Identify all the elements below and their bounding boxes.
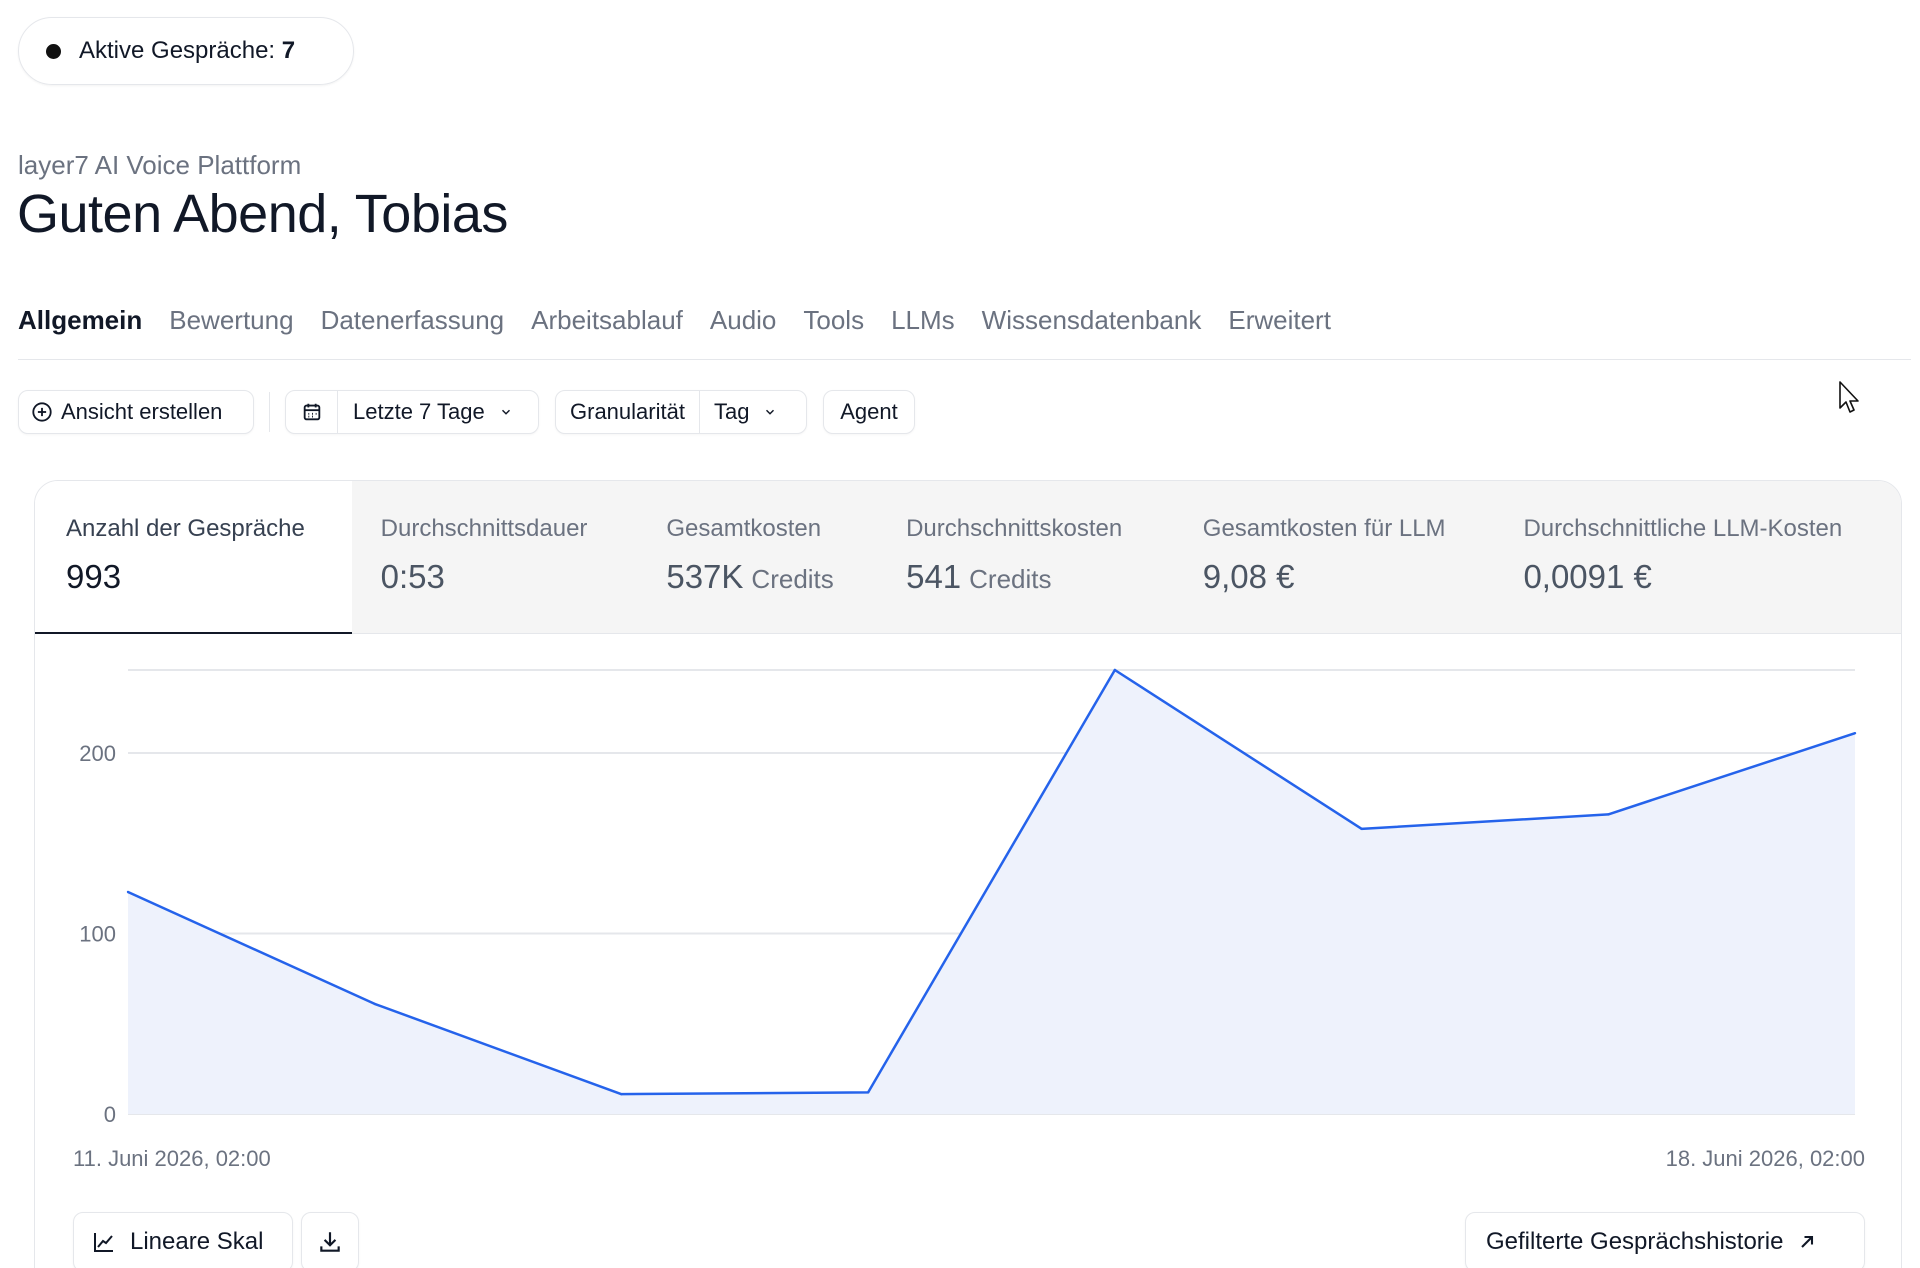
metric-tab-conversations[interactable]: Anzahl der Gespräche 993 xyxy=(35,481,352,634)
filtered-history-button[interactable]: Gefilterte Gesprächshistorie xyxy=(1465,1212,1865,1268)
plus-circle-icon xyxy=(32,402,52,422)
tab-tools[interactable]: Tools xyxy=(803,298,864,359)
x-axis-start-label: 11. Juni 2026, 02:00 xyxy=(73,1146,271,1171)
metric-tab-avg-duration[interactable]: Durchschnittsdauer 0:53 xyxy=(352,481,639,634)
scale-toggle-button[interactable]: Lineare Skal xyxy=(73,1212,293,1268)
metric-value: 541 Credits xyxy=(906,558,1051,596)
metric-value: 9,08 € xyxy=(1203,558,1295,596)
date-range-select[interactable]: Letzte 7 Tage xyxy=(285,390,539,434)
mouse-cursor-icon xyxy=(1839,381,1859,413)
metric-number: 993 xyxy=(66,558,122,595)
active-calls-text: Aktive Gespräche: 7 xyxy=(79,37,295,65)
metric-value: 993 xyxy=(66,558,121,596)
data-point xyxy=(1853,731,1857,735)
data-point xyxy=(373,1002,376,1006)
metric-number: 541 xyxy=(906,558,962,595)
metric-number: 0:53 xyxy=(380,558,445,595)
history-label: Gefilterte Gesprächshistorie xyxy=(1486,1228,1784,1255)
metric-value: 0:53 xyxy=(381,558,445,596)
granularity-value-label: Tag xyxy=(713,399,750,424)
active-calls-badge[interactable]: Aktive Gespräche: 7 xyxy=(18,17,354,85)
metric-number: 9,08 € xyxy=(1202,558,1295,595)
metrics-card: Anzahl der Gespräche 993 Durchschnittsda… xyxy=(34,480,1902,1268)
tab-arbeitsablauf[interactable]: Arbeitsablauf xyxy=(531,298,683,359)
metric-unit: Credits xyxy=(969,564,1052,594)
granularity-value[interactable]: Tag xyxy=(700,399,777,425)
dashboard-page: Aktive Gespräche: 7 layer7 AI Voice Plat… xyxy=(0,0,1920,1268)
download-button[interactable] xyxy=(301,1212,359,1268)
scale-label: Lineare Skal xyxy=(130,1228,264,1255)
y-tick-label: 200 xyxy=(79,741,116,766)
conversations-area-chart: 0 100 200 11. Juni 2026, 02:00 18. Juni 2026… xyxy=(73,668,1865,1171)
metric-unit: Credits xyxy=(751,564,834,594)
tab-wissensdatenbank[interactable]: Wissensdatenbank xyxy=(982,298,1202,359)
line-chart-icon xyxy=(94,1233,113,1252)
active-calls-label: Aktive Gespräche: xyxy=(79,37,276,64)
metric-label: Durchschnittskosten xyxy=(906,515,1123,542)
metric-number: 537K xyxy=(666,558,744,595)
arrow-up-right-icon xyxy=(1801,1235,1814,1248)
section-tabs: Allgemein Bewertung Datenerfassung Arbei… xyxy=(18,298,1911,360)
tab-llms[interactable]: LLMs xyxy=(891,298,955,359)
metric-tab-llm-avg-cost[interactable]: Durchschnittliche LLM-Kosten 0,0091 € xyxy=(1495,481,1901,634)
page-title: Guten Abend, Tobias xyxy=(17,184,508,244)
metric-tab-llm-total-cost[interactable]: Gesamtkosten für LLM 9,08 € xyxy=(1175,481,1496,634)
data-point xyxy=(1607,813,1610,816)
chevron-down-icon xyxy=(766,409,775,415)
metric-tab-avg-cost[interactable]: Durchschnittskosten 541 Credits xyxy=(878,481,1175,634)
data-point xyxy=(1113,668,1117,672)
data-point xyxy=(1360,827,1363,831)
metric-value: 537K Credits xyxy=(666,558,833,596)
metric-label: Anzahl der Gespräche xyxy=(66,515,305,542)
create-view-button[interactable]: Ansicht erstellen xyxy=(18,390,254,434)
metric-label: Durchschnittsdauer xyxy=(380,515,588,542)
tab-erweitert[interactable]: Erweitert xyxy=(1228,298,1331,359)
create-view-label: Ansicht erstellen xyxy=(61,399,223,424)
status-dot-icon xyxy=(46,43,61,59)
tab-bewertung[interactable]: Bewertung xyxy=(169,298,293,359)
data-point xyxy=(126,890,130,894)
date-range-value[interactable]: Letzte 7 Tage xyxy=(338,399,513,425)
y-tick-label: 0 xyxy=(104,1102,116,1127)
series-area xyxy=(128,670,1855,1114)
toolbar-divider xyxy=(269,392,270,432)
tab-datenerfassung[interactable]: Datenerfassung xyxy=(321,298,505,359)
granularity-label: Granularität xyxy=(556,391,700,433)
calendar-button[interactable] xyxy=(286,391,338,433)
metric-label: Gesamtkosten für LLM xyxy=(1202,515,1446,542)
active-calls-count: 7 xyxy=(281,37,296,64)
data-point xyxy=(866,1091,870,1094)
chevron-down-icon xyxy=(501,409,510,415)
x-axis-end-label: 18. Juni 2026, 02:00 xyxy=(1666,1146,1865,1171)
tab-allgemein[interactable]: Allgemein xyxy=(18,298,142,359)
tab-audio[interactable]: Audio xyxy=(710,298,777,359)
metric-tab-total-cost[interactable]: Gesamtkosten 537K Credits xyxy=(638,481,878,634)
calendar-icon xyxy=(303,403,320,421)
granularity-select[interactable]: Granularität Tag xyxy=(555,390,807,434)
download-icon xyxy=(320,1232,340,1252)
metric-value: 0,0091 € xyxy=(1523,558,1651,596)
data-point xyxy=(620,1092,623,1096)
platform-subtitle: layer7 AI Voice Plattform xyxy=(18,150,302,180)
date-range-label: Letzte 7 Tage xyxy=(353,399,485,424)
metric-number: 0,0091 € xyxy=(1523,558,1652,595)
agent-filter-button[interactable]: Agent xyxy=(823,390,915,434)
metric-tabs: Anzahl der Gespräche 993 Durchschnittsda… xyxy=(35,481,1901,634)
y-tick-label: 100 xyxy=(79,922,116,947)
metric-label: Durchschnittliche LLM-Kosten xyxy=(1523,515,1843,542)
metric-label: Gesamtkosten xyxy=(666,515,822,542)
filter-toolbar: Ansicht erstellen Letzte 7 Tage Granular… xyxy=(18,390,915,434)
